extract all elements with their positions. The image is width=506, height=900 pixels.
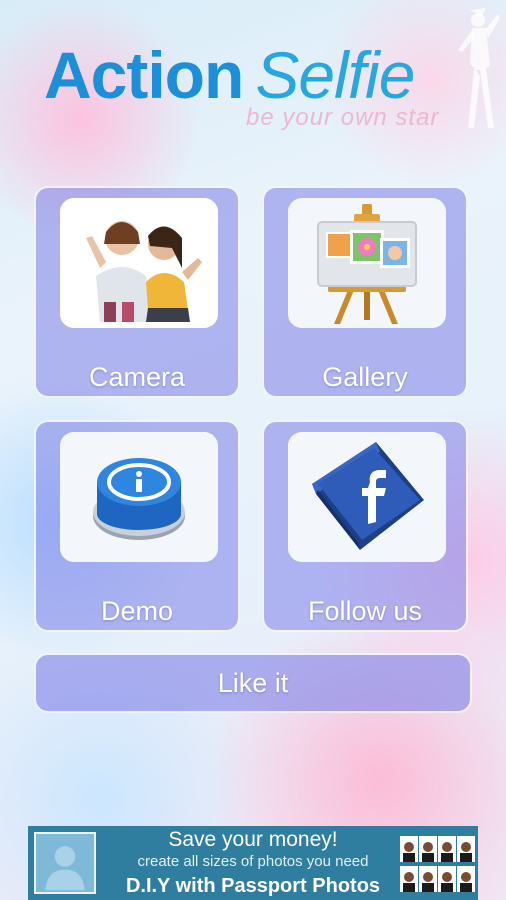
app-logo: Action Selfie be your own star [0, 0, 506, 150]
avatar-placeholder-icon [34, 832, 96, 894]
app-tagline: be your own star [246, 104, 440, 131]
easel-gallery-icon [288, 198, 446, 328]
camera-label: Camera [88, 362, 186, 392]
demo-label: Demo [100, 596, 174, 626]
ad-headline: Save your money! [168, 828, 338, 851]
gallery-label: Gallery [322, 362, 408, 392]
like-it-button[interactable]: Like it [34, 653, 472, 713]
logo-word-action: Action [44, 38, 244, 112]
gallery-button[interactable]: Gallery [262, 186, 468, 398]
ad-banner[interactable]: Save your money! create all sizes of pho… [28, 826, 478, 900]
facebook-icon [288, 432, 446, 562]
camera-button[interactable]: Camera [34, 186, 240, 398]
follow-us-label: Follow us [307, 596, 423, 626]
passport-photos-icon [400, 836, 475, 892]
info-button-icon [60, 432, 218, 562]
ad-subtext: create all sizes of photos you need [137, 853, 369, 870]
dancer-silhouette-icon [458, 8, 500, 128]
app-title: Action Selfie [44, 38, 415, 112]
ad-product-name: D.I.Y with Passport Photos [125, 875, 381, 897]
demo-button[interactable]: Demo [34, 420, 240, 632]
logo-word-selfie: Selfie [255, 38, 415, 112]
follow-us-button[interactable]: Follow us [262, 420, 468, 632]
selfie-photo-icon [60, 198, 218, 328]
